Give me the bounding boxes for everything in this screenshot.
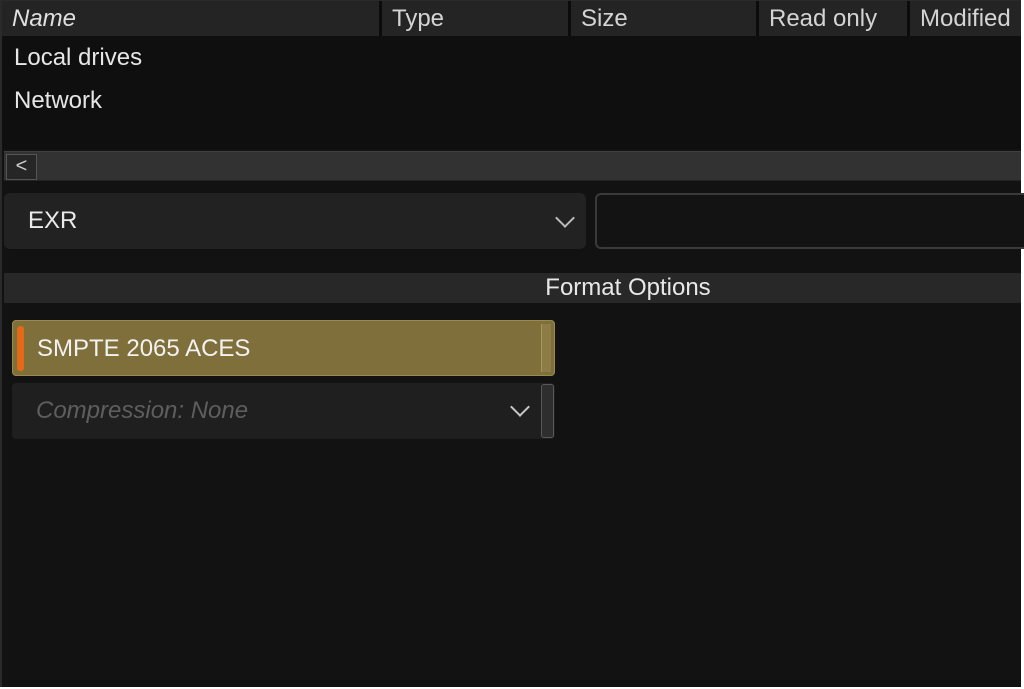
format-options-header: Format Options bbox=[4, 273, 1021, 303]
chevron-down-icon bbox=[555, 208, 575, 228]
column-read-only[interactable]: Read only bbox=[759, 1, 907, 36]
chevron-left-icon: < bbox=[15, 155, 28, 177]
format-options-title: Format Options bbox=[545, 274, 711, 301]
column-name[interactable]: Name bbox=[2, 1, 379, 36]
active-marker bbox=[17, 326, 24, 371]
file-list: Local drives Network bbox=[2, 36, 1021, 149]
compression-label: Compression: None bbox=[36, 397, 249, 424]
column-type[interactable]: Type bbox=[382, 1, 568, 36]
compression-dropdown[interactable]: Compression: None bbox=[12, 383, 555, 439]
file-browser-panel: Name Type Size Read only Modified Local … bbox=[0, 0, 1024, 687]
list-item-local-drives[interactable]: Local drives bbox=[14, 38, 142, 78]
filename-input[interactable] bbox=[595, 193, 1024, 249]
button-end-cap bbox=[541, 324, 551, 372]
aces-button-label: SMPTE 2065 ACES bbox=[37, 335, 251, 362]
horizontal-scrollbar[interactable]: < bbox=[4, 151, 1021, 181]
column-modified[interactable]: Modified bbox=[910, 1, 1021, 36]
column-header: Name Type Size Read only Modified bbox=[2, 1, 1021, 36]
chevron-down-icon bbox=[510, 397, 530, 417]
column-size[interactable]: Size bbox=[571, 1, 756, 36]
format-dropdown[interactable]: EXR bbox=[4, 193, 586, 249]
format-selected-value: EXR bbox=[28, 207, 78, 234]
scroll-left-button[interactable]: < bbox=[6, 154, 37, 180]
aces-color-space-button[interactable]: SMPTE 2065 ACES bbox=[12, 320, 555, 376]
dropdown-end-cap bbox=[541, 384, 554, 438]
list-item-network[interactable]: Network bbox=[14, 81, 102, 121]
